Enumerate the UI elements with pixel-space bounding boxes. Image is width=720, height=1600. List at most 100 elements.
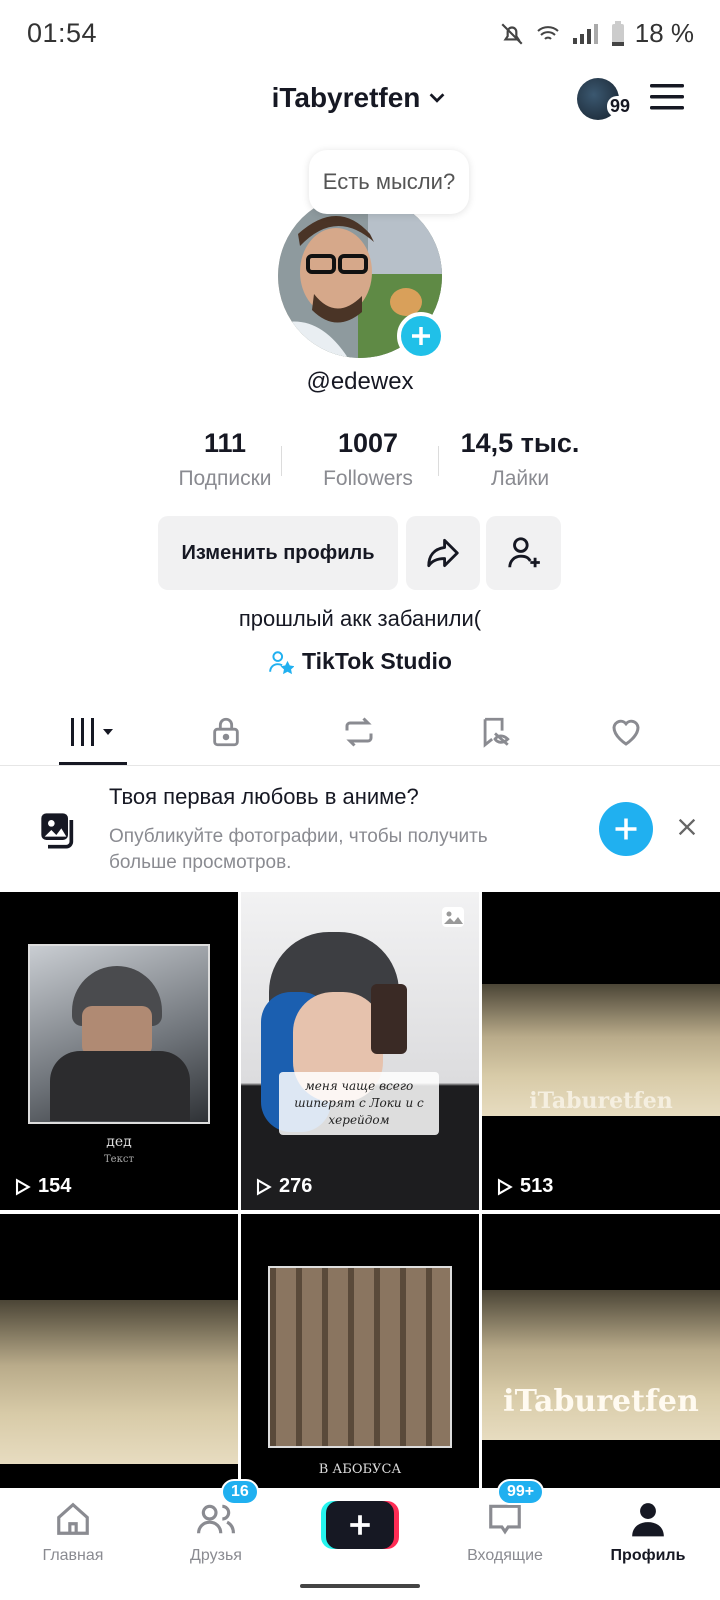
video-thumbnail[interactable]: меня чаще всего шиперят с Локи и с херей…	[241, 892, 479, 1210]
stat-likes[interactable]: 14,5 тыс. Лайки	[445, 428, 595, 491]
video-caption: дед	[106, 1134, 132, 1150]
stat-following-value: 111	[203, 428, 247, 458]
add-story-button[interactable]	[397, 312, 445, 360]
photo-promo-banner: Твоя первая любовь в аниме? Опубликуйте …	[0, 768, 720, 892]
share-profile-button[interactable]	[406, 516, 480, 590]
friends-icon	[197, 1504, 235, 1534]
phone-shape	[371, 984, 407, 1054]
active-tab-indicator	[59, 762, 127, 765]
profile-header: iTabyretfen 99	[0, 70, 720, 130]
view-count-value: 154	[38, 1175, 72, 1197]
battery-level: 18 %	[634, 18, 694, 48]
mute-icon	[501, 22, 523, 45]
profile-bio: прошлый акк забанили(	[238, 606, 482, 631]
nav-friends[interactable]: Друзья	[161, 1500, 271, 1565]
heart-icon	[612, 719, 640, 746]
stat-following[interactable]: 111 Подписки	[150, 428, 300, 491]
plus-icon	[350, 1515, 370, 1535]
video-thumbnail[interactable]	[0, 1214, 238, 1532]
photos-icon	[41, 813, 74, 849]
wifi-icon	[537, 25, 559, 40]
profile-icon	[632, 1503, 664, 1537]
explosion-image	[0, 1300, 238, 1464]
video-caption: iTaburetfen	[529, 1088, 673, 1114]
play-icon	[256, 1178, 272, 1195]
promo-title: Твоя первая любовь в аниме?	[109, 784, 419, 809]
grid-dropdown-icon	[71, 718, 113, 746]
home-icon	[57, 1502, 89, 1535]
menu-icon[interactable]	[650, 82, 686, 112]
add-person-icon	[507, 537, 540, 568]
view-count-value: 276	[279, 1175, 313, 1197]
plus-icon	[615, 818, 637, 840]
header-username: iTabyretfen	[271, 82, 421, 113]
promo-add-button[interactable]	[599, 802, 653, 856]
stat-followers[interactable]: 1007 Followers	[293, 428, 443, 491]
video-thumbnail[interactable]: В АБОБУСА	[241, 1214, 479, 1532]
inbox-badge: 99+	[497, 1479, 545, 1505]
create-video-button[interactable]	[326, 1501, 394, 1549]
stat-divider	[438, 446, 439, 476]
stat-followers-label: Followers	[323, 467, 413, 490]
tab-favorites[interactable]	[465, 712, 525, 752]
signal-icon	[572, 23, 598, 44]
tab-videos[interactable]	[63, 712, 123, 752]
nav-home-label: Главная	[42, 1547, 104, 1564]
lock-icon	[213, 717, 239, 747]
video-caption: В АБОБУСА	[318, 1462, 402, 1477]
chevron-down-icon	[430, 93, 445, 103]
stat-followers-value: 1007	[337, 428, 399, 458]
status-bar: 01:54 18 %	[0, 0, 720, 70]
content-tabs	[0, 700, 720, 766]
tiktok-studio-link[interactable]: TikTok Studio	[0, 648, 720, 681]
video-caption: iTaburetfen	[503, 1384, 699, 1419]
studio-label: TikTok Studio	[302, 648, 452, 674]
add-friend-button[interactable]	[486, 516, 561, 590]
nav-home[interactable]: Главная	[18, 1500, 128, 1565]
nav-inbox[interactable]: Входящие	[450, 1500, 560, 1565]
building-image	[268, 1266, 452, 1448]
plus-icon	[412, 327, 430, 345]
video-caption: меня чаще всего шиперят с Локи и с херей…	[279, 1072, 439, 1135]
nav-profile-label: Профиль	[610, 1547, 686, 1564]
battery-icon	[611, 20, 624, 46]
thought-prompt[interactable]: Есть мысли?	[309, 150, 469, 214]
photo-post-icon	[442, 907, 464, 927]
video-thumbnail[interactable]: iTaburetfen 513	[482, 892, 720, 1210]
play-icon	[497, 1178, 513, 1195]
video-thumbnail[interactable]: дед Текст 154	[0, 892, 238, 1210]
bookmark-hidden-icon	[483, 717, 510, 748]
stat-following-label: Подписки	[178, 467, 272, 490]
nav-friends-label: Друзья	[190, 1547, 242, 1564]
video-subcaption: Текст	[104, 1154, 134, 1165]
friends-badge: 16	[221, 1479, 259, 1505]
close-icon[interactable]	[676, 816, 698, 838]
header-avatar-badge: 99	[607, 96, 634, 117]
play-icon	[15, 1178, 31, 1195]
nav-profile[interactable]: Профиль	[593, 1500, 703, 1565]
home-indicator	[300, 1584, 420, 1588]
nav-inbox-label: Входящие	[467, 1547, 543, 1564]
promo-subtitle: Опубликуйте фотографии, чтобы получить б…	[109, 826, 488, 873]
view-count: 154	[12, 1175, 71, 1198]
tab-reposts[interactable]	[329, 712, 389, 752]
inbox-icon	[489, 1504, 521, 1535]
view-count: 513	[494, 1175, 553, 1198]
thumbnail-photo	[28, 944, 210, 1124]
stat-likes-value: 14,5 тыс.	[460, 428, 580, 458]
status-icons: 18 %	[499, 18, 694, 49]
repost-icon	[345, 717, 373, 747]
tab-private[interactable]	[196, 712, 256, 752]
profile-stats: 111 Подписки 1007 Followers 14,5 тыс. Ла…	[150, 428, 590, 498]
stat-divider	[281, 446, 282, 476]
status-time: 01:54	[27, 18, 98, 48]
view-count: 276	[253, 1175, 312, 1198]
view-count-value: 513	[520, 1175, 554, 1197]
stat-likes-label: Лайки	[490, 467, 550, 490]
profile-handle: @edewex	[306, 368, 414, 395]
studio-person-star-icon	[269, 650, 295, 674]
tab-liked[interactable]	[596, 712, 656, 752]
share-icon	[427, 538, 459, 568]
video-grid: дед Текст 154 меня чаще всего шиперят с …	[0, 892, 720, 1532]
edit-profile-button[interactable]: Изменить профиль	[158, 516, 398, 590]
